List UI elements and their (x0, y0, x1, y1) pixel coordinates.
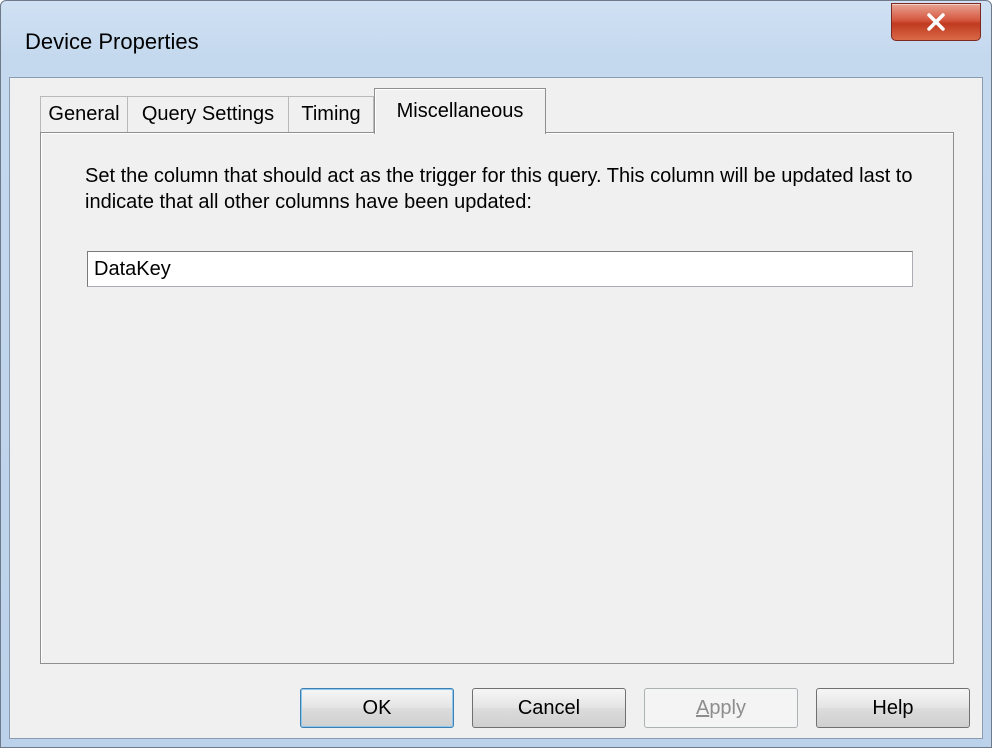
close-icon (927, 13, 945, 31)
help-label: Help (872, 696, 914, 719)
tab-general[interactable]: General (40, 96, 128, 132)
cancel-button[interactable]: Cancel (472, 688, 626, 728)
dialog-client-area: General Query Settings Timing Miscellane… (9, 77, 983, 739)
tab-label: Query Settings (141, 103, 275, 125)
apply-button[interactable]: Apply (644, 688, 798, 728)
help-button[interactable]: Help (816, 688, 970, 728)
apply-label-rest: pply (709, 696, 747, 719)
apply-mnemonic: A (695, 696, 710, 719)
tab-label: General (48, 103, 120, 125)
cancel-label: Cancel (517, 696, 581, 719)
window-title: Device Properties (25, 29, 199, 54)
ok-label: OK (362, 696, 392, 719)
title-bar[interactable]: Device Properties (1, 1, 991, 81)
trigger-instruction: Set the column that should act as the tr… (85, 165, 913, 213)
tab-timing[interactable]: Timing (288, 96, 374, 132)
tab-label: Miscellaneous (396, 100, 524, 122)
dialog-window: Device Properties General Query Settings… (0, 0, 992, 748)
miscellaneous-panel: Set the column that should act as the tr… (40, 132, 954, 664)
apply-label: Apply (696, 697, 746, 720)
tab-label: Timing (301, 103, 361, 125)
close-button[interactable] (891, 3, 981, 41)
trigger-column-input[interactable] (87, 251, 913, 287)
ok-button[interactable]: OK (300, 688, 454, 728)
tab-query-settings[interactable]: Query Settings (127, 96, 289, 132)
tab-miscellaneous[interactable]: Miscellaneous (374, 88, 546, 134)
